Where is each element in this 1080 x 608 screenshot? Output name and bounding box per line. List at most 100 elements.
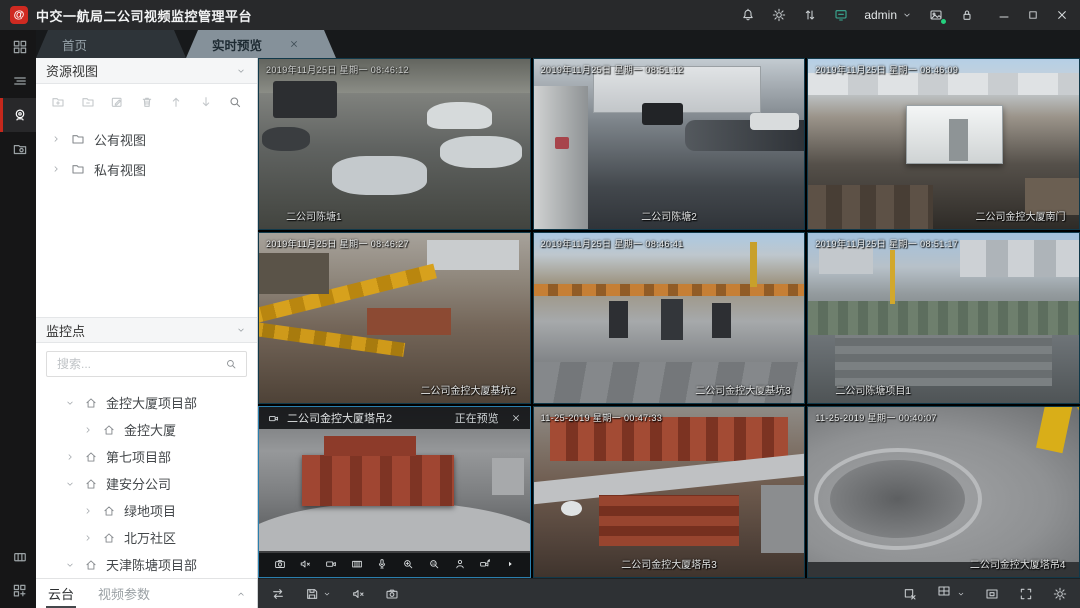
tree-item-site[interactable]: 第七项目部 (36, 443, 257, 470)
video-tile-6[interactable]: 2019年11月25日 星期一 08:51:17 二公司陈塘项目1 (807, 232, 1080, 404)
talk-mic-icon[interactable] (375, 557, 389, 571)
layout-select-button[interactable] (936, 583, 966, 604)
tree-item-public-views[interactable]: 公有视图 (36, 124, 257, 154)
osd-timestamp: 2019年11月25日 星期一 08:46:41 (541, 237, 684, 250)
tree-item-label: 天津陈塘项目部 (106, 555, 197, 574)
scene-shape (661, 299, 683, 340)
tree-item-label: 金控大厦项目部 (106, 393, 197, 412)
playback-icon[interactable] (350, 557, 364, 571)
monitor-points-header[interactable]: 监控点 (36, 317, 257, 343)
search-input[interactable] (55, 356, 218, 372)
close-button[interactable] (1054, 7, 1070, 23)
nav-apps-grid[interactable] (0, 30, 36, 64)
zoom-3d-icon[interactable] (427, 557, 441, 571)
tab-label: 首页 (62, 35, 87, 54)
save-layout-button[interactable] (304, 586, 332, 602)
settings-button[interactable] (771, 7, 787, 23)
chevron-right-icon (50, 163, 62, 175)
chevron-right-icon (82, 532, 94, 544)
video-tile-7[interactable]: 二公司金控大厦塔吊2 正在预览 (258, 406, 531, 578)
stage-toolbar (258, 578, 1080, 608)
chevron-down-icon (322, 589, 332, 599)
scene-shape (302, 455, 454, 506)
more-icon[interactable] (504, 558, 516, 570)
tree-item-label: 第七项目部 (106, 447, 171, 466)
tab-live-preview[interactable]: 实时预览 (186, 30, 336, 58)
tree-item-private-views[interactable]: 私有视图 (36, 154, 257, 184)
zoom-in-icon[interactable] (401, 557, 415, 571)
user-menu[interactable]: admin (864, 8, 913, 22)
notifications-button[interactable] (740, 7, 756, 23)
home-icon (102, 531, 116, 545)
tree-item-label: 公有视图 (94, 130, 146, 149)
arrow-down-icon[interactable] (198, 94, 214, 110)
resource-view-header[interactable]: 资源视图 (36, 58, 257, 84)
video-tile-2[interactable]: 2019年11月25日 星期一 08:51:12 二公司陈塘2 (533, 58, 806, 230)
fullscreen-icon[interactable] (1018, 586, 1034, 602)
save-icon (304, 586, 320, 602)
app-monitor-button[interactable] (833, 7, 849, 23)
video-grid: 2019年11月25日 星期一 08:46:12 二公司陈塘1 2019年11月… (258, 58, 1080, 578)
scene-shape (808, 185, 933, 229)
mute-icon[interactable] (298, 557, 312, 571)
tree-item-label: 金控大厦 (124, 420, 176, 439)
settings-icon[interactable] (1052, 586, 1068, 602)
osd-camera-name: 二公司金控大厦南门 (975, 208, 1065, 223)
nav-media-library[interactable] (0, 132, 36, 166)
tab-ptz[interactable]: 云台 (46, 579, 76, 608)
panel-spacer (36, 184, 257, 317)
nav-menu[interactable] (0, 64, 36, 98)
tab-home[interactable]: 首页 (36, 30, 186, 58)
ptz-icon[interactable] (478, 557, 492, 571)
trash-icon[interactable] (139, 94, 155, 110)
video-tile-4[interactable]: 2019年11月25日 星期一 08:46:27 二公司金控大厦基坑2 (258, 232, 531, 404)
nav-live-preview[interactable] (0, 98, 36, 132)
snapshot-all-icon[interactable] (384, 586, 400, 602)
nav-spacer (0, 166, 36, 540)
stream-swap-icon[interactable] (270, 586, 286, 602)
video-frame (534, 59, 805, 229)
home-icon (84, 558, 98, 572)
video-tile-8[interactable]: 11-25-2019 星期一 00:47:33 二公司金控大厦塔吊3 (533, 406, 806, 578)
tree-item-site[interactable]: 天津陈塘项目部 (36, 551, 257, 578)
stream-sort-button[interactable] (802, 7, 818, 23)
maximize-button[interactable] (1026, 8, 1040, 22)
search-icon[interactable] (227, 94, 243, 110)
preset-icon[interactable] (453, 557, 467, 571)
mute-all-icon[interactable] (350, 586, 366, 602)
record-icon[interactable] (324, 557, 338, 571)
single-screen-icon[interactable] (984, 586, 1000, 602)
close-icon[interactable] (510, 412, 522, 424)
folder-save-icon[interactable] (80, 94, 96, 110)
tree-item-label: 私有视图 (94, 160, 146, 179)
video-tile-9[interactable]: 11-25-2019 星期一 00:40:07 二公司金控大厦塔吊4 (807, 406, 1080, 578)
close-all-icon[interactable] (902, 586, 918, 602)
tab-video-params[interactable]: 视频参数 (98, 584, 150, 603)
stage-toolbar-left (270, 586, 400, 602)
nav-playback[interactable] (0, 540, 36, 574)
chevron-up-icon[interactable] (235, 588, 247, 600)
title-bar: @ 中交一航局二公司视频监控管理平台 admin (0, 0, 1080, 30)
lock-button[interactable] (959, 7, 975, 23)
screenshot-status-button[interactable] (928, 7, 944, 23)
video-tile-3[interactable]: 2019年11月25日 星期一 08:46:09 二公司金控大厦南门 (807, 58, 1080, 230)
tree-item-site[interactable]: 金控大厦项目部 (36, 389, 257, 416)
search-icon[interactable] (224, 357, 238, 371)
tree-item-site[interactable]: 建安分公司 (36, 470, 257, 497)
scene-shape (949, 119, 968, 162)
edit-icon[interactable] (109, 94, 125, 110)
tree-item-site[interactable]: 金控大厦 (36, 416, 257, 443)
osd-camera-name: 二公司金控大厦塔吊4 (970, 556, 1066, 571)
tree-item-site[interactable]: 绿地项目 (36, 497, 257, 524)
scene-shape (890, 250, 895, 304)
scene-shape (367, 308, 451, 335)
minimize-button[interactable] (996, 7, 1012, 23)
tree-item-site[interactable]: 北万社区 (36, 524, 257, 551)
folder-add-icon[interactable] (50, 94, 66, 110)
nav-add-layout[interactable] (0, 574, 36, 608)
tab-close-icon[interactable] (288, 38, 300, 50)
video-tile-5[interactable]: 2019年11月25日 星期一 08:46:41 二公司金控大厦基坑3 (533, 232, 806, 404)
arrow-up-icon[interactable] (168, 94, 184, 110)
snapshot-icon[interactable] (273, 557, 287, 571)
video-tile-1[interactable]: 2019年11月25日 星期一 08:46:12 二公司陈塘1 (258, 58, 531, 230)
